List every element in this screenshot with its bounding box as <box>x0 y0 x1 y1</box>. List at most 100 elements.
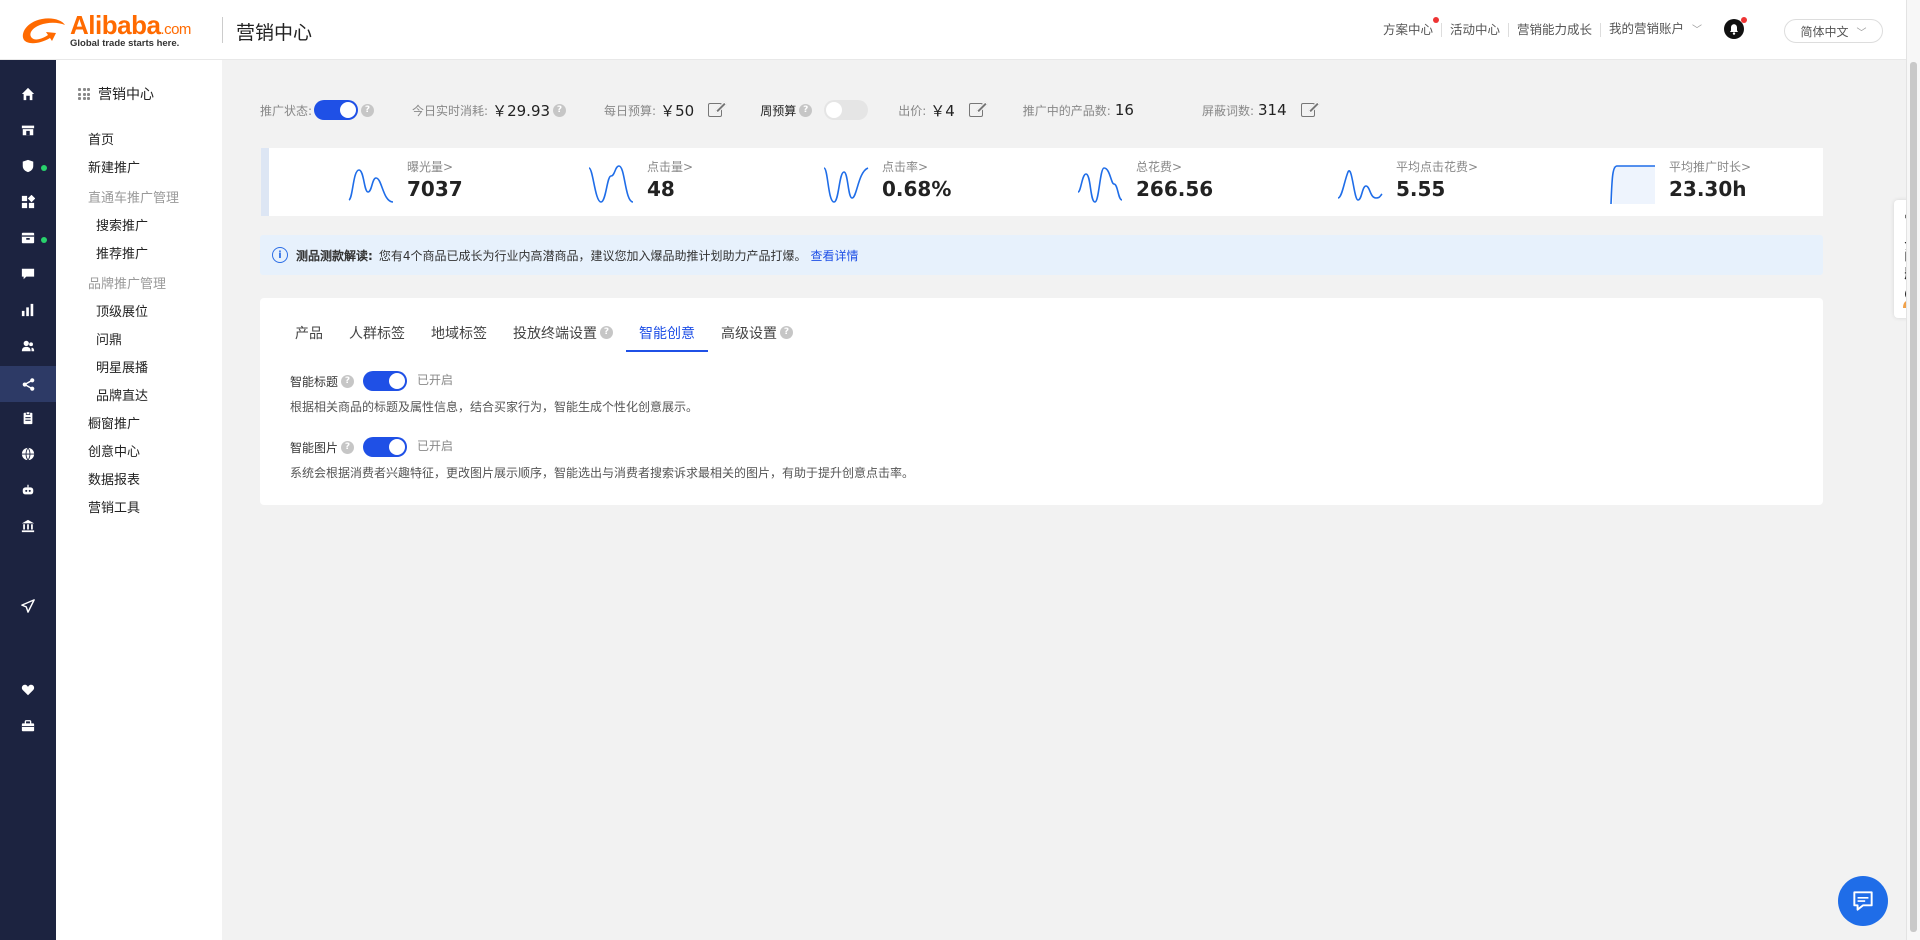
sidebar-item-showcase[interactable]: 橱窗推广 <box>88 411 179 439</box>
status-bar: 推广状态: ? 今日实时消耗: ￥29.93 ? 每日预算: ￥50 周预算 ? 出… <box>260 98 1315 122</box>
tab-region[interactable]: 地域标签 <box>418 323 500 349</box>
today-spend: 今日实时消耗: ￥29.93 ? <box>412 100 567 121</box>
smart-image-setting: 智能图片? 已开启 <box>290 437 453 457</box>
sidebar-menu: 首页 新建推广 直通车推广管理 搜索推广 推荐推广 品牌推广管理 顶级展位 问鼎… <box>88 127 179 523</box>
sidebar-header: 营销中心 <box>78 84 154 104</box>
sparkline-icon <box>823 167 869 203</box>
apps-icon[interactable] <box>20 194 36 210</box>
message-icon[interactable] <box>20 266 36 282</box>
sidebar-item-recommend-promotion[interactable]: 推荐推广 <box>88 241 179 269</box>
sparkline-icon <box>348 169 394 203</box>
share-icon <box>22 377 34 391</box>
send-icon[interactable] <box>20 598 36 614</box>
nav-my-account[interactable]: 我的营销账户 ﹀ <box>1601 22 1710 38</box>
sidebar-item-data-reports[interactable]: 数据报表 <box>88 467 179 495</box>
status-dot <box>41 165 47 171</box>
store-icon[interactable] <box>20 122 36 138</box>
sidebar-item-marketing-tools[interactable]: 营销工具 <box>88 495 179 523</box>
edit-icon[interactable] <box>1300 103 1315 117</box>
status-dot <box>41 237 47 243</box>
help-icon[interactable]: ? <box>341 440 355 454</box>
sidebar-item-new-promotion[interactable]: 新建推广 <box>88 155 179 183</box>
settings-panel: 产品 人群标签 地域标签 投放终端设置? 智能创意 高级设置? 智能标题? 已开… <box>260 298 1823 505</box>
tab-audience[interactable]: 人群标签 <box>336 323 418 349</box>
tab-smart-creative[interactable]: 智能创意 <box>626 323 708 352</box>
box-icon[interactable] <box>20 230 36 246</box>
logo-divider <box>222 17 223 43</box>
sparkline-icon <box>588 165 634 203</box>
nav-marketing-growth[interactable]: 营销能力成长 <box>1509 23 1601 37</box>
clipboard-icon[interactable] <box>20 410 36 426</box>
sidebar-item-brand-direct[interactable]: 品牌直达 <box>88 383 179 411</box>
promo-status-toggle[interactable] <box>314 100 359 120</box>
sidebar-item-search-promotion[interactable]: 搜索推广 <box>88 213 179 241</box>
sidebar-item-creative-center[interactable]: 创意中心 <box>88 439 179 467</box>
users-icon[interactable] <box>20 338 36 354</box>
main-content: 推广状态: ? 今日实时消耗: ￥29.93 ? 每日预算: ￥50 周预算 ? 出… <box>222 60 1906 940</box>
help-icon[interactable]: ? <box>799 103 813 117</box>
smart-title-toggle[interactable] <box>363 371 408 391</box>
bell-icon[interactable] <box>1723 17 1747 40</box>
page-scrollbar[interactable] <box>1906 0 1920 940</box>
alibaba-logo[interactable]: Alibaba.com Global trade starts here. <box>18 12 191 49</box>
metrics-bar: 曝光量> 7037 点击量> 48 点击率> 0.68% 总花费> 266.56… <box>261 148 1823 216</box>
smart-image-toggle[interactable] <box>363 437 408 457</box>
nav-activity-center[interactable]: 活动中心 <box>1442 23 1509 37</box>
edit-icon[interactable] <box>968 103 983 117</box>
icon-rail <box>0 60 56 940</box>
sparkline-icon <box>1610 165 1655 205</box>
home-icon[interactable] <box>20 86 36 102</box>
bid: 出价: ￥4 <box>898 100 983 121</box>
help-icon[interactable]: ? <box>600 326 613 339</box>
notice-banner: i 测品测款解读: 您有4个商品已成长为行业内高潜商品，建议您加入爆品助推计划助… <box>260 235 1823 275</box>
promo-status: 推广状态: ? <box>260 100 375 120</box>
notification-dot <box>1741 17 1747 23</box>
top-bar: Alibaba.com Global trade starts here. 营销… <box>0 0 1920 60</box>
view-details-link[interactable]: 查看详情 <box>810 247 858 264</box>
bank-icon[interactable] <box>20 518 36 534</box>
sidebar-item-wending[interactable]: 问鼎 <box>88 327 179 355</box>
smart-title-description: 根据相关商品的标题及属性信息，结合买家行为，智能生成个性化创意展示。 <box>290 400 699 414</box>
chevron-down-icon: ﹀ <box>1856 27 1867 39</box>
notification-dot <box>1432 17 1439 23</box>
sidebar-item-home[interactable]: 首页 <box>88 127 179 155</box>
chat-icon <box>1853 891 1873 911</box>
marketing-nav-active[interactable] <box>0 366 56 402</box>
blocked-words: 屏蔽词数: 314 <box>1202 101 1315 119</box>
tab-product[interactable]: 产品 <box>282 323 336 349</box>
app-title: 营销中心 <box>236 22 313 44</box>
help-icon[interactable]: ? <box>780 326 793 339</box>
tab-bar: 产品 人群标签 地域标签 投放终端设置? 智能创意 高级设置? <box>282 323 806 352</box>
briefcase-icon[interactable] <box>20 718 36 734</box>
sidebar-group-brand: 品牌推广管理 <box>88 277 167 292</box>
scrollbar-thumb[interactable] <box>1910 62 1917 932</box>
robot-icon[interactable] <box>20 482 36 498</box>
info-icon: i <box>272 247 288 263</box>
heart-icon[interactable] <box>20 682 36 698</box>
help-icon[interactable]: ? <box>361 103 375 117</box>
chevron-down-icon: ﹀ <box>1692 25 1702 36</box>
shield-icon[interactable] <box>20 158 36 174</box>
sidebar-item-star-showcase[interactable]: 明星展播 <box>88 355 179 383</box>
chat-button[interactable] <box>1838 876 1888 926</box>
sidebar: 营销中心 首页 新建推广 直通车推广管理 搜索推广 推荐推广 品牌推广管理 顶级… <box>56 60 222 940</box>
tab-device[interactable]: 投放终端设置? <box>500 323 626 349</box>
sidebar-item-top-banner[interactable]: 顶级展位 <box>88 299 179 327</box>
help-icon[interactable]: ? <box>341 374 355 388</box>
edit-icon[interactable] <box>708 103 723 117</box>
smart-title-setting: 智能标题? 已开启 <box>290 371 453 391</box>
weekly-budget: 周预算 ? <box>760 100 869 120</box>
top-nav: 方案中心 活动中心 营销能力成长 我的营销账户 ﹀ <box>1375 0 1710 60</box>
language-select[interactable]: 简体中文 ﹀ <box>1784 19 1883 43</box>
tab-advanced[interactable]: 高级设置? <box>708 323 806 349</box>
smart-image-description: 系统会根据消费者兴趣特征，更改图片展示顺序，智能选出与消费者搜索诉求最相关的图片… <box>290 466 915 480</box>
weekly-budget-toggle[interactable] <box>824 100 869 120</box>
sidebar-group-p4p: 直通车推广管理 <box>88 191 180 206</box>
grid-icon[interactable] <box>78 88 90 100</box>
bar-chart-icon[interactable] <box>20 302 36 318</box>
alibaba-logo-mark-icon <box>22 18 65 44</box>
nav-solution-center[interactable]: 方案中心 <box>1375 17 1442 37</box>
help-icon[interactable]: ? <box>553 103 567 117</box>
daily-budget: 每日预算: ￥50 <box>604 100 723 121</box>
globe-icon[interactable] <box>20 446 36 462</box>
